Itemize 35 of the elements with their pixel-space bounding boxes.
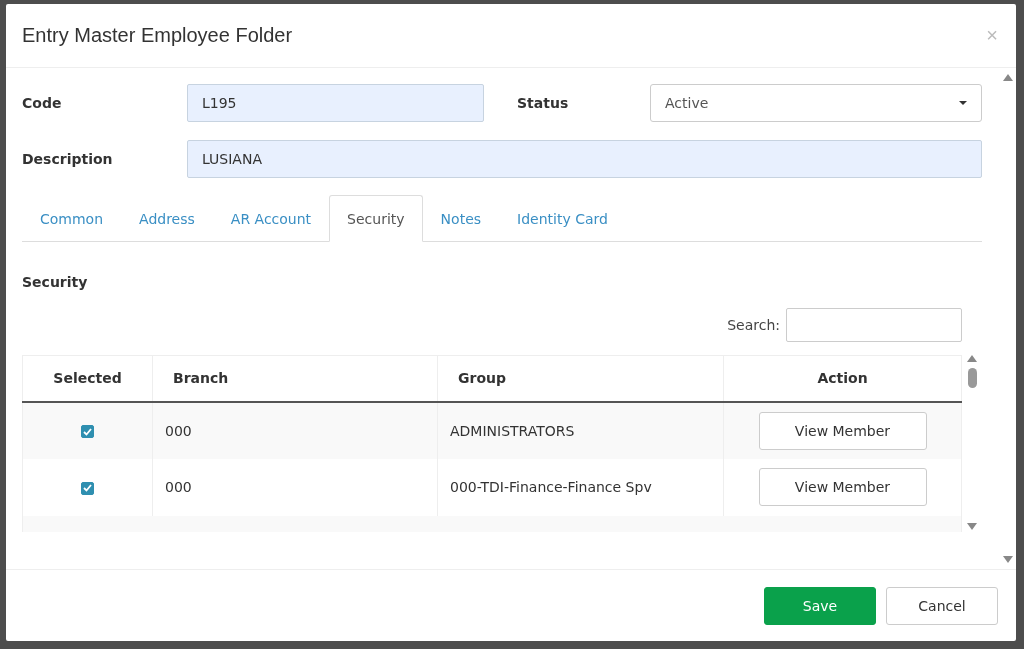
column-header: Group: [437, 355, 724, 402]
tab[interactable]: AR Account: [212, 195, 330, 242]
search-label: Search:: [727, 317, 780, 333]
view-member-button[interactable]: View Member: [758, 411, 927, 450]
tab[interactable]: Common: [22, 195, 122, 242]
description-field[interactable]: LUSIANA: [187, 140, 982, 178]
table-cell: 000: [152, 458, 438, 516]
column-header: Branch: [152, 355, 438, 402]
checkbox[interactable]: [81, 481, 94, 495]
view-member-button[interactable]: View Member: [758, 468, 927, 506]
table-cell: 000-TDI-Finance-Finance Spv: [437, 458, 724, 516]
checkbox[interactable]: [81, 425, 94, 438]
dialog-title: Entry Master Employee Folder: [22, 24, 293, 47]
scroll-down-icon[interactable]: [967, 523, 977, 530]
section-title: Security: [22, 274, 89, 290]
cancel-button[interactable]: Cancel: [886, 586, 998, 625]
field-label: Description: [22, 151, 114, 167]
column-header: Selected: [22, 355, 153, 402]
code-field[interactable]: L195: [187, 84, 484, 122]
scrollbar-thumb[interactable]: [967, 368, 977, 388]
status-select[interactable]: Active: [650, 84, 982, 122]
table-cell: ADMINISTRATORS: [437, 401, 724, 459]
scroll-up-icon[interactable]: [1003, 74, 1013, 81]
tab[interactable]: Address: [121, 195, 213, 242]
caret-icon: [959, 101, 967, 105]
scroll-down-icon[interactable]: [1003, 556, 1013, 563]
tab[interactable]: Security: [329, 195, 423, 242]
column-header: Action: [723, 355, 962, 402]
table-cell: 000: [152, 401, 438, 459]
field-label: Status: [516, 95, 570, 111]
search-field[interactable]: [786, 308, 962, 342]
tab[interactable]: Identity Card: [499, 195, 626, 242]
scroll-up-icon[interactable]: [967, 355, 977, 362]
field-label: Code: [22, 95, 63, 111]
tab[interactable]: Notes: [422, 195, 500, 242]
